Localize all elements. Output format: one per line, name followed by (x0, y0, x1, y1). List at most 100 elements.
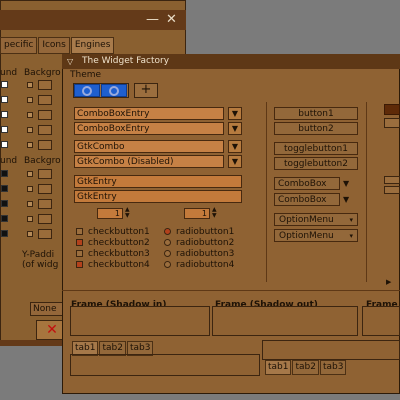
radiobutton[interactable]: radiobutton2 (164, 238, 234, 248)
chevron-down-icon[interactable]: ▼ (228, 122, 242, 135)
ring-icon (82, 86, 92, 96)
tab-specific[interactable]: pecific (0, 37, 38, 54)
color-cell[interactable] (1, 141, 8, 148)
color-swatch[interactable] (27, 142, 33, 148)
scale-trough[interactable] (384, 186, 400, 194)
checkbutton[interactable]: checkbutton2 (76, 238, 150, 248)
window-title: The Widget Factory (82, 56, 170, 66)
color-swatch[interactable] (27, 216, 33, 222)
optionmenu[interactable]: OptionMenu ▾ (274, 213, 358, 226)
color-cell[interactable] (1, 111, 8, 118)
color-button[interactable] (38, 110, 52, 120)
minimize-icon[interactable]: — (146, 12, 159, 27)
optionmenu-label: OptionMenu (279, 231, 334, 241)
radiobutton[interactable]: radiobutton1 (164, 227, 234, 237)
color-cell[interactable] (1, 81, 8, 88)
chevron-down-icon[interactable]: ▼ (343, 177, 349, 190)
gtk-entry[interactable]: GtkEntry (74, 190, 242, 203)
color-cell[interactable] (1, 200, 8, 207)
checkbox-icon (76, 228, 83, 235)
color-cell[interactable] (1, 126, 8, 133)
radio-selected-icon (164, 228, 171, 235)
color-swatch[interactable] (27, 186, 33, 192)
togglebutton1[interactable]: togglebutton1 (274, 142, 358, 155)
checkbutton-label: checkbutton4 (88, 260, 150, 270)
background-window-titlebar: — ✕ (0, 10, 186, 30)
color-button[interactable] (38, 140, 52, 150)
chevron-down-icon[interactable]: ▼ (343, 193, 349, 206)
tab-3[interactable]: tab3 (319, 360, 347, 375)
color-swatch[interactable] (27, 231, 33, 237)
spin-arrows-icon[interactable]: ▲ ▼ (125, 207, 130, 219)
color-button[interactable] (38, 199, 52, 209)
tab-2[interactable]: tab2 (292, 360, 319, 375)
scale-trough[interactable] (384, 176, 400, 184)
color-swatch[interactable] (27, 127, 33, 133)
color-cell[interactable] (1, 96, 8, 103)
chevron-down-icon[interactable]: ▼ (228, 107, 242, 120)
optionmenu-label: OptionMenu (279, 215, 334, 225)
tab-engines[interactable]: Engines (70, 37, 115, 54)
y-padding-label: Y-Paddi (22, 250, 55, 260)
radiobutton-label: radiobutton1 (176, 227, 235, 237)
color-button[interactable] (38, 184, 52, 194)
button1[interactable]: button1 (274, 107, 358, 120)
scale-trough[interactable] (384, 118, 400, 128)
frame-shadow-out (212, 306, 358, 336)
gtk-combo[interactable]: GtkCombo (74, 140, 224, 153)
radiobutton-label: radiobutton4 (176, 260, 235, 270)
color-swatch[interactable] (27, 112, 33, 118)
background-label: Backgro (24, 156, 61, 166)
theme-menu[interactable]: Theme (70, 70, 101, 80)
color-button[interactable] (38, 229, 52, 239)
color-cell[interactable] (1, 230, 8, 237)
combobox[interactable]: ComboBox (274, 177, 340, 190)
tab-icons[interactable]: Icons (38, 37, 70, 54)
color-swatch[interactable] (27, 201, 33, 207)
color-button[interactable] (38, 214, 52, 224)
checkbutton[interactable]: checkbutton4 (76, 260, 150, 270)
color-cell[interactable] (1, 215, 8, 222)
color-cell[interactable] (1, 170, 8, 177)
togglebutton2[interactable]: togglebutton2 (274, 157, 358, 170)
toolbar-button-2[interactable] (101, 84, 127, 97)
spin-button[interactable]: 1 (97, 208, 123, 219)
tab-1[interactable]: tab1 (265, 360, 292, 375)
toolbar-button-1[interactable] (74, 84, 100, 97)
color-button[interactable] (38, 95, 52, 105)
arrow-right-icon[interactable]: ▶ (386, 278, 391, 286)
foreground-label: und (0, 68, 18, 78)
combobox-entry[interactable]: ComboBoxEntry (74, 107, 224, 120)
window-menu-icon[interactable]: ▽ (67, 54, 73, 69)
color-cell[interactable] (1, 185, 8, 192)
color-button[interactable] (38, 169, 52, 179)
checkbutton[interactable]: checkbutton3 (76, 249, 150, 259)
gtk-entry[interactable]: GtkEntry (74, 175, 242, 188)
option-arrows-icon: ▾ (349, 216, 353, 224)
button2[interactable]: button2 (274, 122, 358, 135)
color-button[interactable] (38, 80, 52, 90)
color-swatch[interactable] (27, 82, 33, 88)
checkbutton[interactable]: checkbutton1 (76, 227, 150, 237)
close-icon[interactable]: ✕ (166, 12, 177, 27)
add-button[interactable]: + (134, 83, 158, 98)
combobox[interactable]: ComboBox (274, 193, 340, 206)
spin-arrows-icon[interactable]: ▲ ▼ (212, 207, 217, 219)
radiobutton[interactable]: radiobutton4 (164, 260, 234, 270)
frame (362, 306, 400, 336)
notebook-page-left (70, 354, 260, 376)
none-select[interactable]: None (30, 302, 64, 316)
color-swatch[interactable] (27, 97, 33, 103)
color-swatch[interactable] (27, 171, 33, 177)
color-button[interactable] (38, 125, 52, 135)
optionmenu[interactable]: OptionMenu ▾ (274, 229, 358, 242)
checkbox-icon (76, 250, 83, 257)
spin-button[interactable]: 1 (184, 208, 210, 219)
combobox-entry[interactable]: ComboBoxEntry (74, 122, 224, 135)
chevron-down-icon[interactable]: ▼ (228, 140, 242, 153)
progress-bar (384, 104, 400, 115)
radiobutton-label: radiobutton3 (176, 249, 235, 259)
background-label: Backgro (24, 68, 61, 78)
plus-icon: + (140, 82, 152, 97)
radiobutton[interactable]: radiobutton3 (164, 249, 234, 259)
